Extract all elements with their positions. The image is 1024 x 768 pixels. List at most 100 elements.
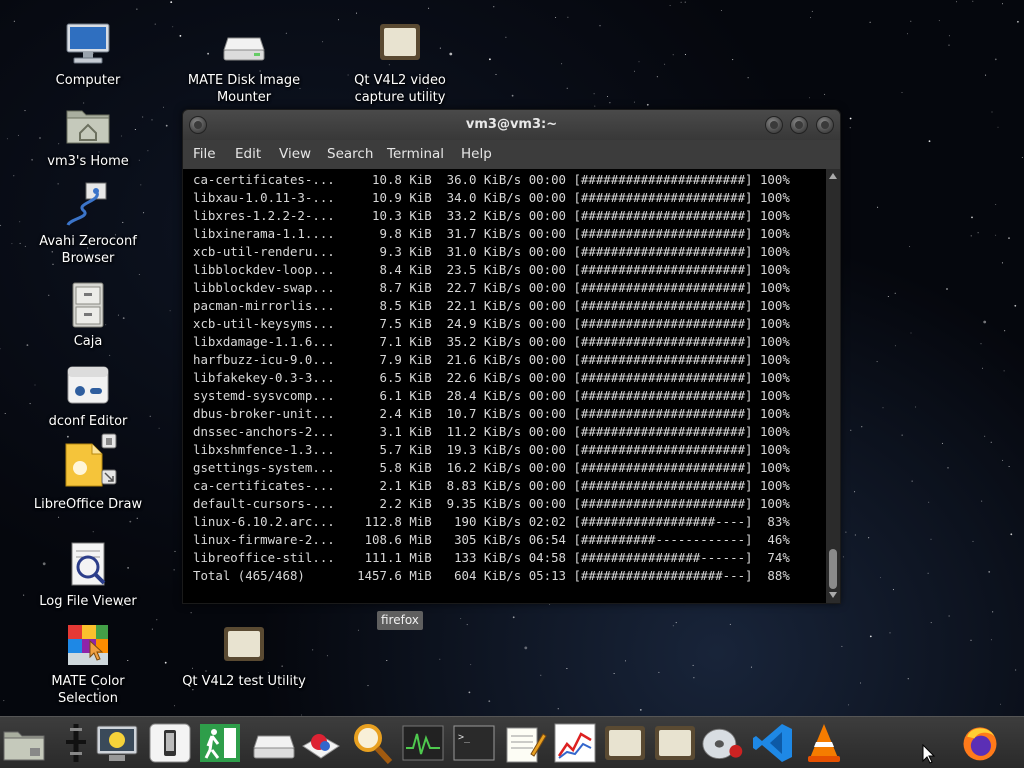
- star: [190, 612, 192, 614]
- close-button[interactable]: [816, 116, 834, 134]
- disk-drive-icon: [220, 20, 268, 68]
- star: [901, 434, 903, 436]
- star: [169, 310, 171, 312]
- star: [861, 426, 863, 428]
- star: [729, 623, 731, 625]
- star: [860, 682, 861, 684]
- magnifier-icon[interactable]: [350, 722, 394, 764]
- star: [1000, 703, 1001, 705]
- scroll-up-arrow-icon[interactable]: [829, 173, 837, 179]
- terminal-output[interactable]: ca-certificates-... 10.8 KiB 36.0 KiB/s …: [183, 169, 826, 603]
- minimize-button[interactable]: [765, 116, 783, 134]
- menu-file[interactable]: File: [193, 146, 216, 162]
- star: [930, 622, 932, 624]
- screensaver-icon[interactable]: [95, 722, 139, 764]
- chart-icon[interactable]: [553, 722, 597, 764]
- desktop-icon-home[interactable]: vm3's Home: [23, 101, 153, 170]
- star: [489, 58, 491, 61]
- terminal-icon[interactable]: >_: [452, 722, 496, 764]
- star: [1008, 466, 1010, 467]
- star: [460, 618, 462, 620]
- color-selection-icon: [64, 621, 112, 669]
- scrollbar-thumb[interactable]: [829, 549, 837, 589]
- star: [869, 21, 871, 23]
- menu-view[interactable]: View: [279, 146, 311, 162]
- desktop-icon-qt-v4l2-test[interactable]: Qt V4L2 test Utility: [179, 621, 309, 690]
- star: [174, 550, 176, 552]
- star: [809, 97, 810, 99]
- star: [877, 206, 879, 208]
- maximize-button[interactable]: [790, 116, 808, 134]
- terminal-window[interactable]: vm3@vm3:~ File Edit View Search Terminal…: [182, 109, 841, 604]
- star: [664, 63, 666, 65]
- avahi-network-icon: [64, 181, 112, 229]
- star: [322, 41, 324, 43]
- dconf-editor-icon: [64, 361, 112, 409]
- desktop-icon-avahi[interactable]: Avahi Zeroconf Browser: [23, 181, 153, 267]
- star: [672, 54, 674, 56]
- desktop-icon-libreoffice-draw[interactable]: LibreOffice Draw: [23, 432, 153, 513]
- star: [3, 700, 5, 702]
- volume-icon[interactable]: [50, 722, 90, 764]
- star: [907, 33, 908, 35]
- star: [669, 5, 671, 6]
- star: [524, 646, 528, 650]
- star: [174, 705, 175, 707]
- qt-v4l2-icon[interactable]: [603, 722, 647, 764]
- desktop-icon-disk-image-mounter[interactable]: MATE Disk Image Mounter: [179, 20, 309, 106]
- phone-icon[interactable]: [148, 722, 192, 764]
- star: [173, 569, 175, 571]
- vlc-icon[interactable]: [802, 722, 846, 764]
- star: [684, 1, 686, 3]
- files-icon[interactable]: [2, 722, 46, 764]
- text-editor-icon[interactable]: [503, 722, 547, 764]
- star: [928, 140, 931, 143]
- star: [869, 635, 872, 638]
- disk-icon[interactable]: [252, 722, 296, 764]
- star: [170, 1, 173, 3]
- star: [995, 234, 997, 236]
- qt-v4l2-test-icon: [220, 621, 268, 669]
- mouse-cursor-icon: [922, 744, 936, 764]
- scroll-down-arrow-icon[interactable]: [829, 592, 837, 598]
- star: [511, 94, 514, 97]
- desktop-icon-qt-v4l2-capture[interactable]: Qt V4L2 video capture utility: [335, 20, 465, 106]
- star: [625, 660, 626, 662]
- star: [158, 427, 160, 429]
- desktop-icon-color-selection[interactable]: MATE Color Selection: [23, 621, 153, 707]
- desktop-icon-dconf[interactable]: dconf Editor: [23, 361, 153, 430]
- terminal-titlebar[interactable]: vm3@vm3:~: [183, 110, 840, 140]
- log-viewer-icon: [64, 541, 112, 589]
- libreoffice-draw-icon: [58, 432, 118, 492]
- menu-search[interactable]: Search: [327, 146, 373, 162]
- star: [6, 138, 8, 140]
- disc-icon[interactable]: [701, 722, 749, 764]
- desktop-icon-computer[interactable]: Computer: [23, 20, 153, 89]
- star: [894, 292, 896, 294]
- menu-terminal[interactable]: Terminal: [387, 146, 444, 162]
- vscode-icon[interactable]: [752, 722, 796, 764]
- star: [876, 361, 878, 363]
- star: [672, 625, 674, 627]
- star: [470, 664, 472, 666]
- system-monitor-icon[interactable]: [401, 722, 445, 764]
- desktop-icon-caja[interactable]: Caja: [23, 281, 153, 350]
- firefox-icon[interactable]: [958, 722, 1006, 764]
- star: [92, 531, 94, 533]
- star: [356, 12, 357, 14]
- terminal-scrollbar[interactable]: [826, 169, 840, 603]
- qt-v4l2-test-icon[interactable]: [653, 722, 697, 764]
- paint-icon[interactable]: [299, 722, 343, 764]
- star: [136, 517, 138, 519]
- menu-edit[interactable]: Edit: [235, 146, 261, 162]
- star: [994, 58, 997, 61]
- star: [849, 127, 851, 129]
- star: [540, 674, 542, 676]
- star: [911, 480, 913, 482]
- star: [946, 288, 948, 290]
- exit-icon[interactable]: [198, 722, 242, 764]
- star: [656, 76, 658, 78]
- menu-help[interactable]: Help: [461, 146, 492, 162]
- star: [981, 500, 983, 502]
- desktop-icon-log-viewer[interactable]: Log File Viewer: [23, 541, 153, 610]
